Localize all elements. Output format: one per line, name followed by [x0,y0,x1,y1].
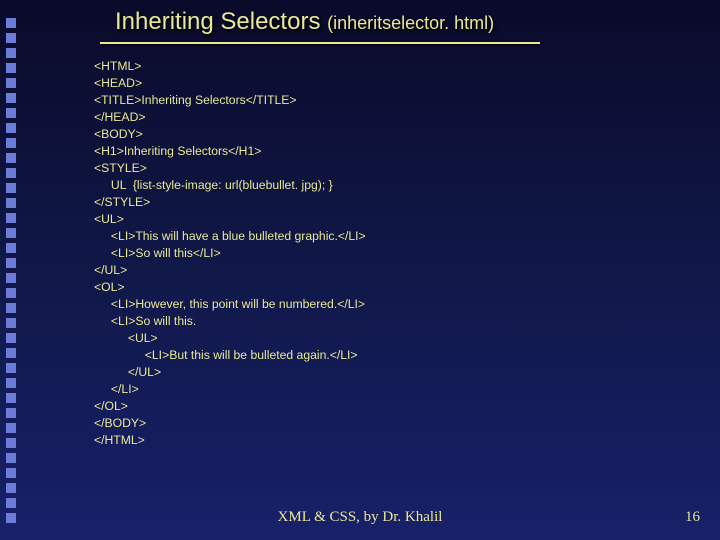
decorative-bullet-strip [6,18,16,523]
page-number: 16 [685,509,700,526]
slide-title: Inheriting Selectors (inheritselector. h… [115,8,494,36]
slide: Inheriting Selectors (inheritselector. h… [0,0,720,540]
title-underline [100,42,540,44]
title-filename: (inheritselector. html) [327,13,494,33]
code-block: <HTML> <HEAD> <TITLE>Inheriting Selector… [94,58,366,449]
title-main: Inheriting Selectors [115,8,327,35]
footer-text: XML & CSS, by Dr. Khalil [0,509,720,526]
